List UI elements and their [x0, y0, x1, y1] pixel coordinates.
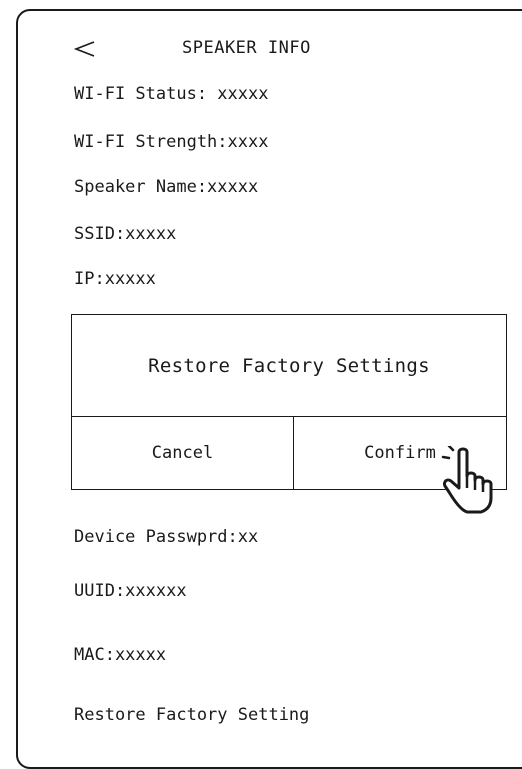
cancel-button[interactable]: Cancel	[72, 417, 294, 489]
wifi-status-text: WI-FI Status: xxxxx	[74, 84, 269, 104]
uuid-text: UUID:xxxxxx	[74, 581, 187, 601]
header: SPEAKER INFO	[0, 0, 522, 70]
page-title: SPEAKER INFO	[182, 38, 311, 58]
wifi-strength-text: WI-FI Strength:xxxx	[74, 132, 269, 152]
mac-text: MAC:xxxxx	[74, 645, 167, 665]
chevron-left-icon[interactable]	[72, 36, 98, 62]
speaker-name-text: Speaker Name:xxxxx	[74, 177, 259, 197]
device-password-text: Device Passwprd:xx	[74, 527, 259, 547]
ssid-text: SSID:xxxxx	[74, 224, 177, 244]
hand-pointer-icon	[441, 446, 493, 514]
dialog-title: Restore Factory Settings	[72, 315, 506, 417]
restore-factory-setting-item[interactable]: Restore Factory Setting	[74, 705, 309, 725]
ip-text: IP:xxxxx	[74, 269, 156, 289]
